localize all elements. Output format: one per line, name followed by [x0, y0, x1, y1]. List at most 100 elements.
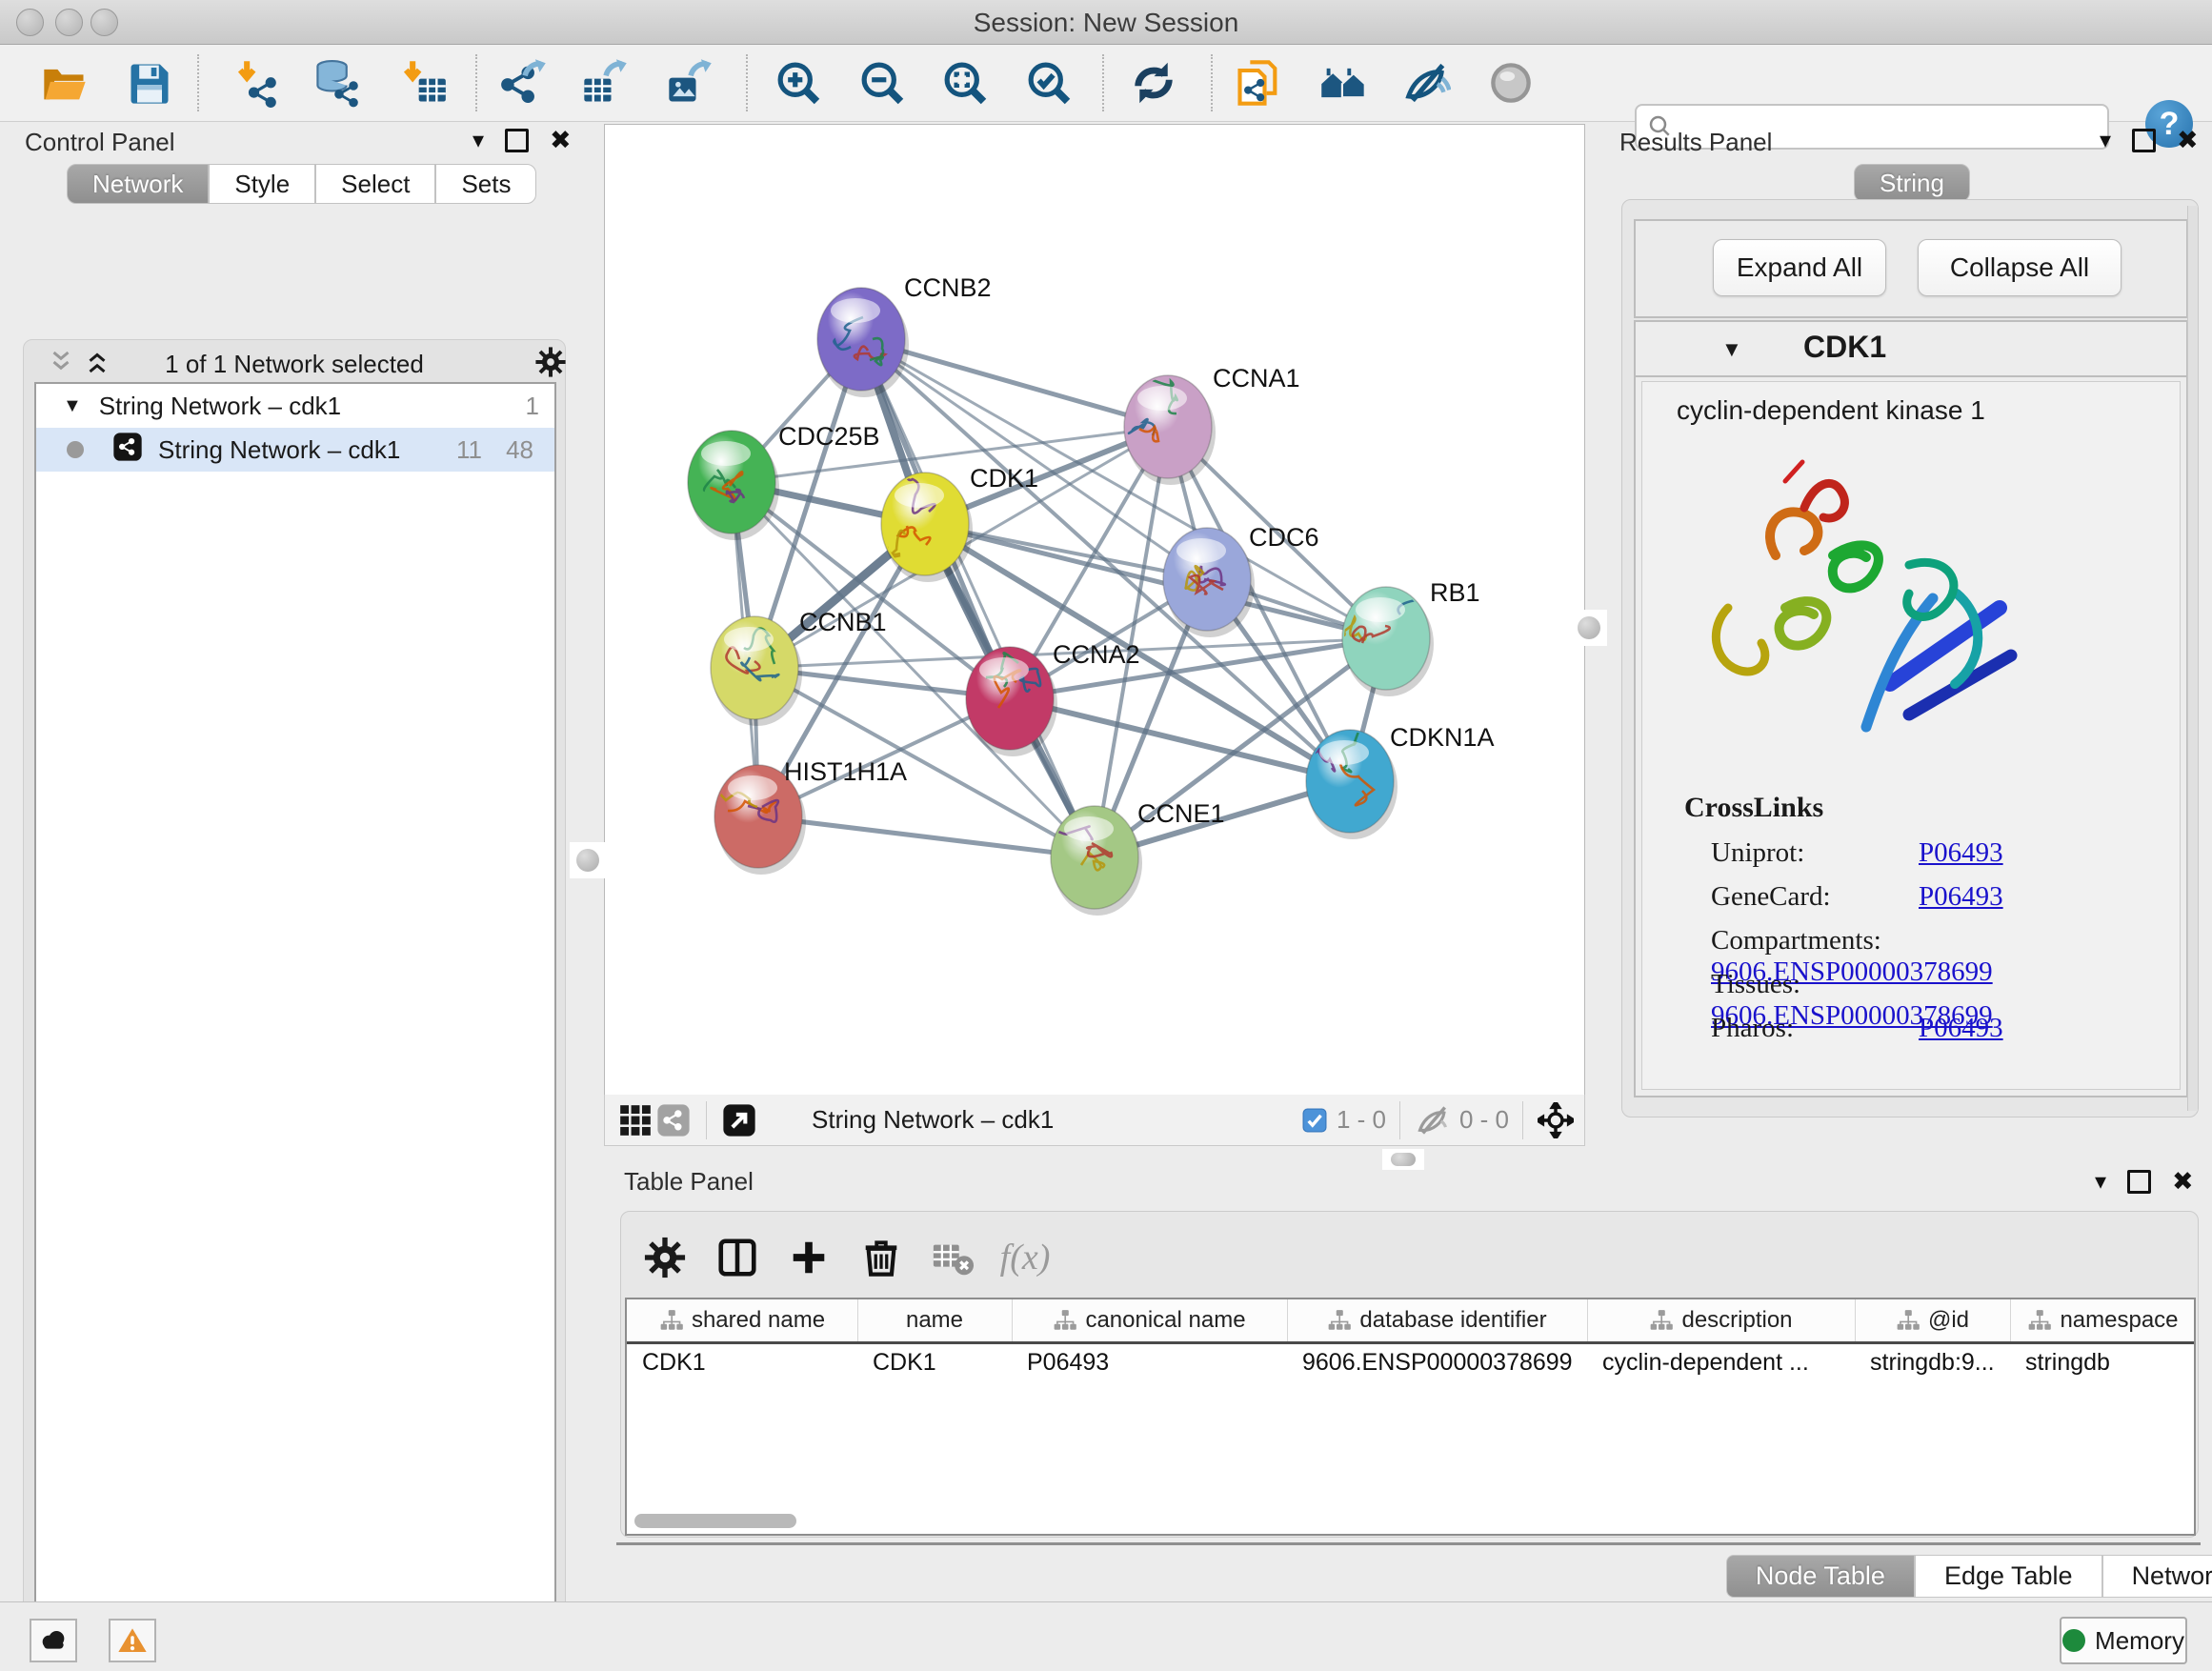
- memory-button[interactable]: Memory: [2060, 1617, 2187, 1664]
- tab-select[interactable]: Select: [315, 164, 435, 204]
- network-status-dot: [67, 441, 84, 458]
- column-header-namespace[interactable]: namespace: [2010, 1299, 2196, 1341]
- panel-menu-icon[interactable]: ▾: [2095, 1168, 2106, 1196]
- gene-expander-icon[interactable]: ▼: [1721, 337, 1742, 362]
- close-panel-icon[interactable]: ✖: [550, 126, 572, 155]
- tab-sets[interactable]: Sets: [435, 164, 536, 204]
- node-CDK1[interactable]: CDK1: [881, 464, 1038, 582]
- gene-section-header[interactable]: ▼ CDK1: [1636, 322, 2186, 377]
- import-network-icon[interactable]: [231, 56, 284, 110]
- expand-all-button[interactable]: Expand All: [1713, 239, 1886, 296]
- node-CCNA1[interactable]: CCNA1: [1124, 364, 1300, 485]
- column-header-description[interactable]: description: [1587, 1299, 1856, 1341]
- export-table-icon[interactable]: [578, 56, 632, 110]
- clone-network-icon[interactable]: [1232, 56, 1285, 110]
- export-network-icon[interactable]: [497, 56, 551, 110]
- import-table-icon[interactable]: [396, 56, 450, 110]
- results-scrollbar[interactable]: [2187, 206, 2198, 1111]
- network-collection-row[interactable]: ▼ String Network – cdk1 1: [36, 384, 554, 428]
- close-panel-icon[interactable]: ✖: [2177, 126, 2199, 155]
- float-panel-icon[interactable]: [505, 129, 529, 152]
- crosslink-link[interactable]: P06493: [1919, 1013, 2003, 1043]
- cloud-status-button[interactable]: [30, 1619, 77, 1662]
- gene-details: cyclin-dependent kinase 1: [1641, 381, 2181, 1090]
- table-cell[interactable]: 9606.ENSP00000378699: [1302, 1349, 1579, 1377]
- hidden-elements-icon[interactable]: [1414, 1101, 1452, 1139]
- save-session-icon[interactable]: [123, 56, 176, 110]
- panel-menu-icon[interactable]: ▾: [473, 127, 484, 154]
- crosslink-row: Pharos:P06493: [1711, 1013, 2168, 1057]
- node-CDC6[interactable]: CDC6: [1163, 523, 1319, 637]
- table-cell[interactable]: P06493: [1027, 1349, 1279, 1377]
- tab-node-table[interactable]: Node Table: [1726, 1555, 1915, 1598]
- node-CCNB1[interactable]: CCNB1: [711, 608, 887, 726]
- selected-nodes-checkbox[interactable]: [1300, 1101, 1329, 1139]
- birds-eye-view-icon[interactable]: [616, 1101, 654, 1139]
- edge-HIST1H1A-CCNE1[interactable]: [758, 816, 1095, 857]
- application-window: Session: New Session ? Control Panel ▾ ✖…: [0, 0, 2212, 1671]
- panel-menu-icon[interactable]: ▾: [2100, 127, 2111, 154]
- navigate-crosshair-icon[interactable]: [1537, 1101, 1575, 1139]
- table-cell[interactable]: cyclin-dependent ...: [1602, 1349, 1847, 1377]
- add-column-icon[interactable]: [784, 1233, 834, 1282]
- results-panel-controls: ▾ ✖: [2100, 124, 2199, 156]
- delete-column-icon[interactable]: [856, 1233, 906, 1282]
- zoom-selected-icon[interactable]: [1022, 56, 1076, 110]
- control-panel: Control Panel ▾ ✖ NetworkStyleSelectSets…: [10, 124, 565, 1591]
- network-graph[interactable]: CCNB2 CCNA1 CDC25B CDK1 CDC6 RB1: [605, 125, 1584, 1095]
- table-horizontal-scrollbar[interactable]: [634, 1514, 796, 1528]
- float-panel-icon[interactable]: [2132, 129, 2156, 152]
- open-in-new-window-icon[interactable]: [720, 1101, 758, 1139]
- delete-table-icon[interactable]: [928, 1233, 977, 1282]
- table-cell[interactable]: CDK1: [873, 1349, 1004, 1377]
- string-home-icon[interactable]: [1317, 56, 1370, 110]
- node-table[interactable]: shared namenamecanonical namedatabase id…: [625, 1298, 2196, 1536]
- hide-panels-icon[interactable]: [1399, 56, 1453, 110]
- collection-expander-icon[interactable]: ▼: [63, 395, 82, 417]
- open-file-icon[interactable]: [38, 56, 91, 110]
- node-RB1[interactable]: RB1: [1338, 577, 1480, 696]
- node-label-CCNA1: CCNA1: [1213, 364, 1300, 393]
- string-view-icon[interactable]: [654, 1101, 693, 1139]
- network-options-gear-icon[interactable]: [534, 346, 567, 383]
- column-header-database-identifier[interactable]: database identifier: [1287, 1299, 1588, 1341]
- node-label-CDK1: CDK1: [970, 464, 1038, 493]
- tab-network-table[interactable]: Network Table: [2102, 1555, 2212, 1598]
- network-view-canvas[interactable]: CCNB2 CCNA1 CDC25B CDK1 CDC6 RB1: [604, 124, 1585, 1096]
- crosslink-label: Uniprot:: [1711, 837, 1919, 869]
- float-panel-icon[interactable]: [2127, 1170, 2151, 1194]
- node-CCNE1[interactable]: CCNE1: [1051, 799, 1225, 916]
- function-builder-icon[interactable]: f(x): [1000, 1233, 1050, 1282]
- column-header-name[interactable]: name: [857, 1299, 1013, 1341]
- table-cell[interactable]: stringdb:9...: [1870, 1349, 2002, 1377]
- close-panel-icon[interactable]: ✖: [2172, 1167, 2194, 1197]
- export-image-icon[interactable]: [663, 56, 716, 110]
- tab-style[interactable]: Style: [209, 164, 315, 204]
- table-options-gear-icon[interactable]: [640, 1233, 690, 1282]
- refresh-icon[interactable]: [1127, 56, 1180, 110]
- table-cell[interactable]: stringdb: [2025, 1349, 2188, 1377]
- zoom-fit-icon[interactable]: [938, 56, 992, 110]
- zoom-out-icon[interactable]: [855, 56, 909, 110]
- show-panels-icon[interactable]: [1484, 56, 1538, 110]
- node-label-CCNE1: CCNE1: [1137, 799, 1225, 828]
- left-splitter-handle[interactable]: [570, 842, 606, 878]
- import-database-icon[interactable]: [311, 56, 364, 110]
- column-header-shared-name[interactable]: shared name: [627, 1299, 858, 1341]
- table-cell[interactable]: CDK1: [642, 1349, 850, 1377]
- crosslink-link[interactable]: P06493: [1919, 881, 2003, 912]
- network-row-selected[interactable]: String Network – cdk1 11 48: [36, 428, 554, 472]
- tab-edge-table[interactable]: Edge Table: [1915, 1555, 2102, 1598]
- warning-status-button[interactable]: [109, 1619, 156, 1662]
- show-column-panel-icon[interactable]: [713, 1233, 762, 1282]
- collapse-all-button[interactable]: Collapse All: [1918, 239, 2122, 296]
- node-CDKN1A[interactable]: CDKN1A: [1301, 723, 1495, 839]
- node-HIST1H1A[interactable]: HIST1H1A: [714, 757, 907, 875]
- tab-network[interactable]: Network: [67, 164, 209, 204]
- crosslink-link[interactable]: P06493: [1919, 837, 2003, 868]
- node-label-CCNB2: CCNB2: [904, 273, 992, 302]
- zoom-in-icon[interactable]: [772, 56, 825, 110]
- column-header--id[interactable]: @id: [1855, 1299, 2011, 1341]
- tab-string[interactable]: String: [1854, 164, 1970, 202]
- column-header-canonical-name[interactable]: canonical name: [1012, 1299, 1288, 1341]
